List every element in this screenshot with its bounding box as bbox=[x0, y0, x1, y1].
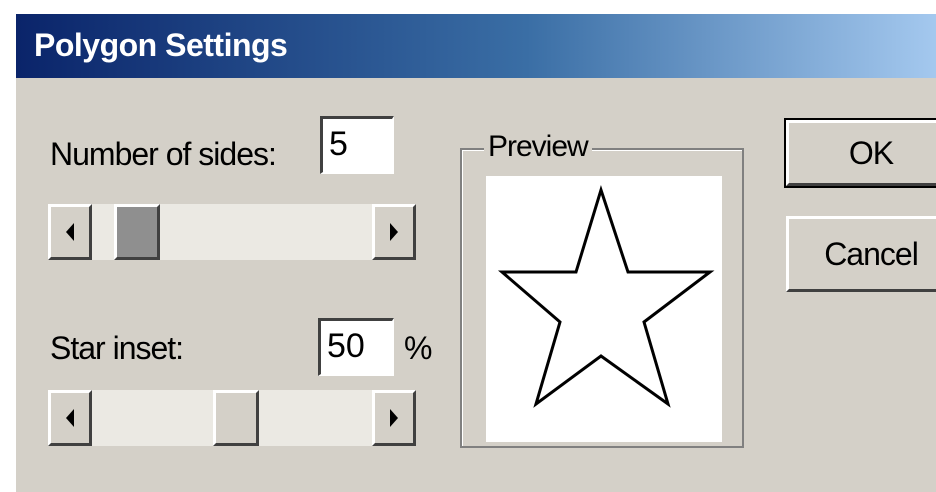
inset-unit: % bbox=[404, 330, 433, 366]
ok-button[interactable]: OK bbox=[784, 118, 936, 188]
sides-input[interactable]: 5 bbox=[320, 116, 394, 174]
sides-slider-left-button[interactable] bbox=[48, 204, 92, 260]
inset-slider-left-button[interactable] bbox=[48, 390, 92, 446]
preview-area bbox=[486, 176, 722, 442]
inset-input[interactable]: 50 bbox=[318, 318, 394, 376]
arrow-right-icon bbox=[390, 409, 398, 427]
inset-label: Star inset: bbox=[50, 330, 184, 366]
sides-slider[interactable] bbox=[48, 204, 416, 260]
arrow-right-icon bbox=[390, 223, 398, 241]
title-bar[interactable]: Polygon Settings bbox=[16, 14, 936, 78]
arrow-left-icon bbox=[66, 223, 74, 241]
star-icon bbox=[497, 185, 715, 408]
window-title: Polygon Settings bbox=[34, 27, 288, 63]
preview-label: Preview bbox=[484, 130, 592, 164]
arrow-left-icon bbox=[66, 409, 74, 427]
sides-slider-right-button[interactable] bbox=[372, 204, 416, 260]
inset-slider-thumb[interactable] bbox=[213, 390, 259, 446]
inset-slider-right-button[interactable] bbox=[372, 390, 416, 446]
cancel-button[interactable]: Cancel bbox=[786, 216, 936, 292]
sides-slider-thumb[interactable] bbox=[113, 204, 160, 260]
inset-slider[interactable] bbox=[48, 390, 416, 446]
sides-label: Number of sides: bbox=[50, 136, 277, 172]
